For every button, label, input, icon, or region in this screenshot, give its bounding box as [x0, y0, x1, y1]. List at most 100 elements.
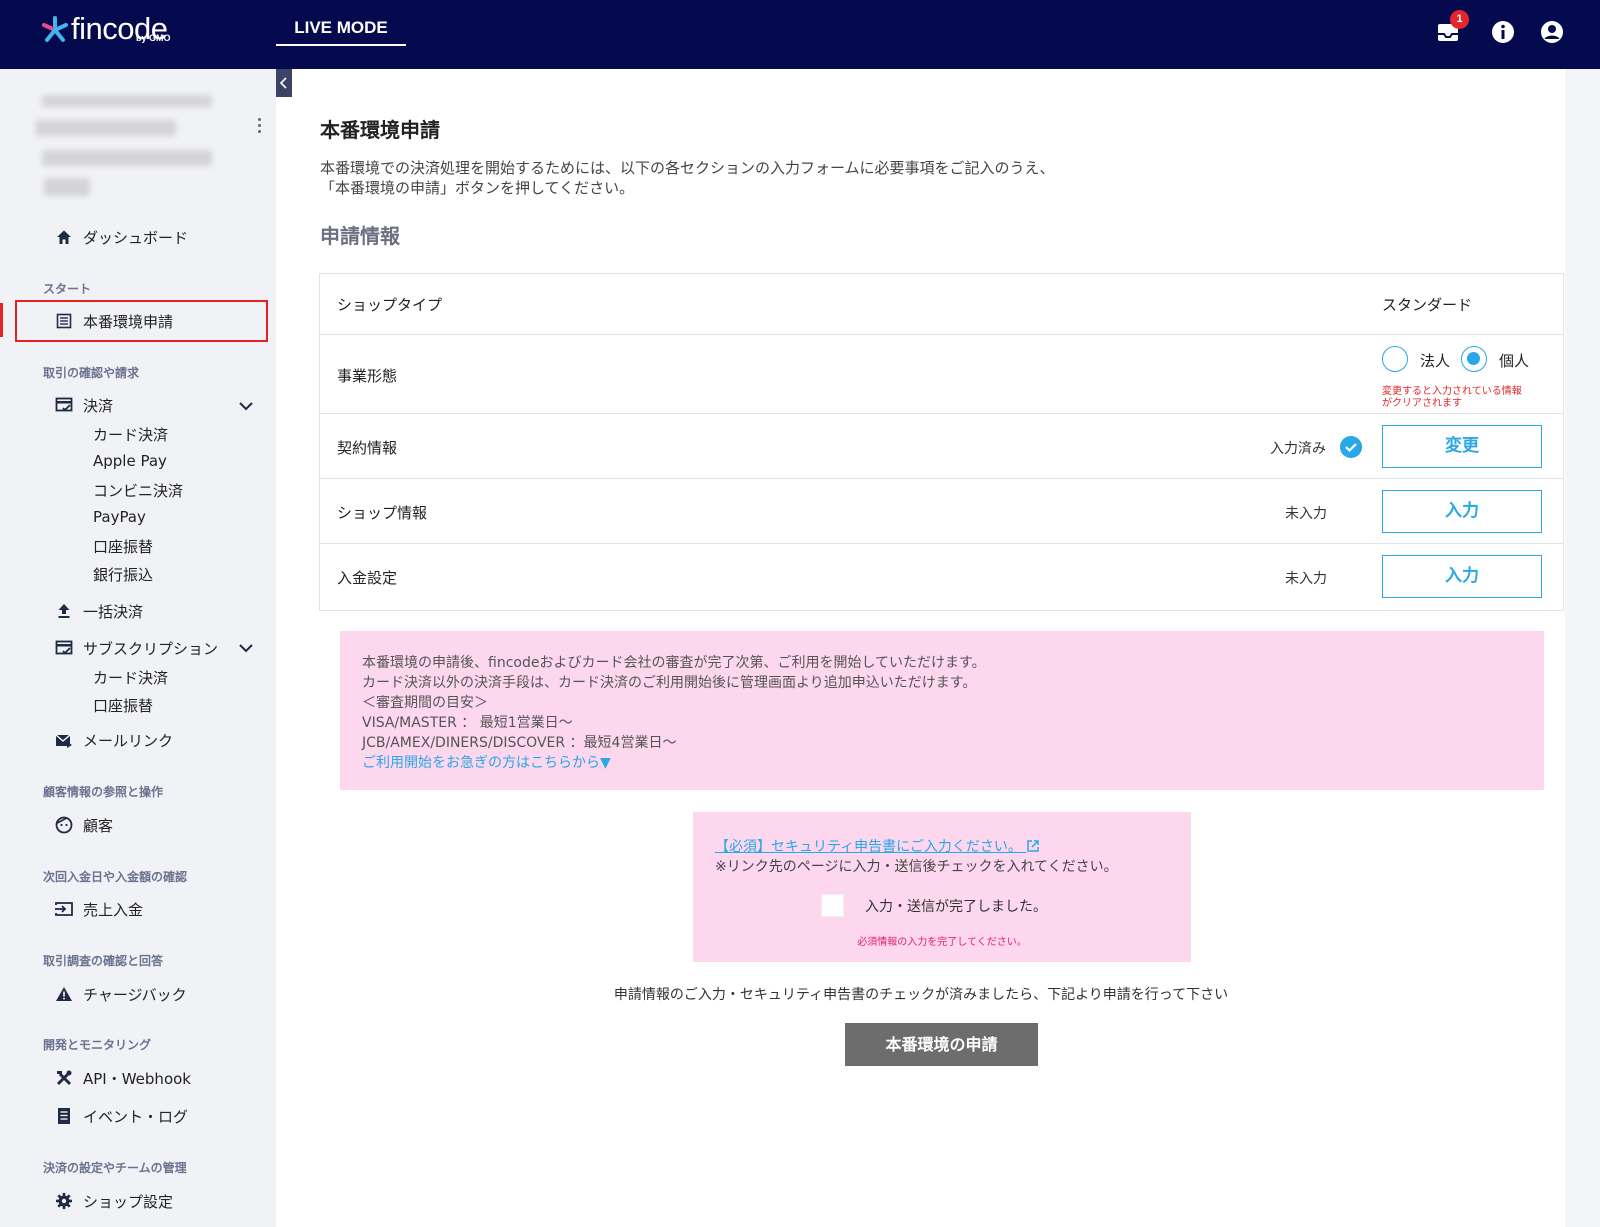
- sidebar-subitem-applepay[interactable]: Apple Pay: [93, 452, 167, 470]
- sidebar-subitem-card[interactable]: カード決済: [93, 424, 168, 445]
- fast-start-link[interactable]: ご利用開始をお急ぎの方はこちらから▼: [362, 753, 1522, 773]
- row-label: 契約情報: [337, 439, 398, 457]
- sidebar-item-event-log[interactable]: イベント・ログ: [54, 1104, 188, 1128]
- sidebar-item-live-application[interactable]: 本番環境申請: [54, 309, 173, 333]
- row-label: 入金設定: [337, 569, 398, 587]
- info-line: カード決済以外の決済手段は、カード決済のご利用開始後に管理画面より追加申込いただ…: [362, 675, 977, 691]
- sidebar-item-label: メールリンク: [83, 731, 174, 750]
- chevron-down-icon[interactable]: [238, 640, 254, 656]
- account-id-blurred: [42, 150, 212, 166]
- radio-label: 法人: [1420, 352, 1451, 370]
- warning-icon: [54, 984, 74, 1004]
- account-icon[interactable]: [1538, 18, 1566, 46]
- page-title: 本番環境申請: [320, 118, 440, 142]
- sidebar-item-label: チャージバック: [83, 985, 187, 1004]
- sidebar-subitem-direct-debit[interactable]: 口座振替: [93, 536, 153, 557]
- sidebar-item-bulk[interactable]: 一括決済: [54, 599, 143, 623]
- sidebar-item-label: 決済: [83, 396, 114, 415]
- external-link-icon: [1027, 840, 1040, 852]
- sidebar-item-shop-settings[interactable]: ショップ設定: [54, 1189, 173, 1213]
- sidebar-item-customer[interactable]: 顧客: [54, 813, 113, 837]
- document-icon: [54, 1106, 74, 1126]
- section-heading-start: スタート: [43, 282, 92, 296]
- face-icon: [54, 815, 74, 835]
- row-label: 事業形態: [337, 367, 398, 385]
- sidebar-subitem-sub-direct-debit[interactable]: 口座振替: [93, 695, 153, 716]
- active-indicator: [0, 303, 3, 337]
- sidebar-subitem-paypay[interactable]: PayPay: [93, 508, 146, 526]
- logo-star-icon: [42, 16, 68, 42]
- login-icon: [54, 899, 74, 919]
- section-heading-customers: 顧客情報の参照と操作: [43, 785, 164, 799]
- sidebar-subitem-bank-transfer[interactable]: 銀行振込: [93, 564, 153, 585]
- form-row-business-form: 事業形態 法人 個人 変更すると入力されている情報 がクリアされます: [320, 335, 1563, 414]
- upload-icon: [54, 601, 74, 621]
- security-note: ※リンク先のページに入力・送信後チェックを入れてください。: [715, 859, 1118, 875]
- edit-contract-button[interactable]: 変更: [1382, 425, 1542, 468]
- sidebar-item-label: 一括決済: [83, 602, 144, 621]
- submit-instruction: 申請情報のご入力・セキュリティ申告書のチェックが済みましたら、下記より申請を行っ…: [613, 987, 1229, 1003]
- change-warning: 変更すると入力されている情報 がクリアされます: [1382, 386, 1522, 410]
- list-icon: [54, 311, 74, 331]
- fincode-logo[interactable]: fincode: [40, 10, 168, 54]
- account-role-blurred: [44, 178, 90, 196]
- application-form-table: ショップタイプ スタンダード 事業形態 法人 個人 変更すると入力されている情報…: [319, 273, 1564, 611]
- subscription-icon: [54, 638, 74, 658]
- tools-icon: [54, 1068, 74, 1088]
- sidebar-item-label: ショップ設定: [83, 1192, 174, 1211]
- submit-application-button[interactable]: 本番環境の申請: [845, 1023, 1038, 1066]
- status-text: 入力済み: [1270, 441, 1326, 457]
- sidebar-item-maillink[interactable]: メールリンク: [54, 728, 173, 752]
- account-name-blurred: [36, 120, 176, 136]
- check-circle-icon: [1340, 436, 1362, 458]
- form-row-shop-type: ショップタイプ スタンダード: [320, 274, 1563, 335]
- status-text: 未入力: [1285, 506, 1327, 522]
- sidebar-collapse-button[interactable]: [276, 69, 292, 97]
- description-line: 本番環境での決済処理を開始するためには、以下の各セクションの入力フォームに必要事…: [320, 159, 1055, 177]
- sidebar-item-dashboard[interactable]: ダッシュボード: [54, 225, 188, 249]
- security-complete-checkbox[interactable]: [821, 894, 844, 917]
- sidebar-item-label: API・Webhook: [83, 1069, 191, 1088]
- sidebar-item-label: イベント・ログ: [83, 1107, 189, 1126]
- sidebar-item-api-webhook[interactable]: API・Webhook: [54, 1066, 191, 1090]
- account-menu-icon[interactable]: [258, 118, 262, 136]
- gear-icon: [54, 1191, 74, 1211]
- section-heading-disputes: 取引調査の確認と回答: [43, 954, 164, 968]
- section-heading-deposits: 次回入金日や入金額の確認: [43, 870, 188, 884]
- form-row-contract: 契約情報 入力済み 変更: [320, 414, 1563, 479]
- chevron-left-icon: [279, 77, 287, 89]
- sidebar-subitem-konbini[interactable]: コンビニ決済: [93, 480, 183, 501]
- info-icon[interactable]: [1489, 18, 1517, 46]
- mail-icon: [54, 730, 74, 750]
- review-info-box: 本番環境の申請後、fincodeおよびカード会社の審査が完了次第、ご利用を開始し…: [340, 631, 1544, 790]
- link-text: 【必須】セキュリティ申告書にご入力ください。: [715, 839, 1022, 855]
- info-line: ＜審査期間の目安＞: [362, 695, 488, 711]
- sidebar-item-sales-deposit[interactable]: 売上入金: [54, 897, 143, 921]
- info-line: JCB/AMEX/DINERS/DISCOVER ：最短4営業日〜: [362, 735, 677, 751]
- sidebar-item-chargeback[interactable]: チャージバック: [54, 982, 187, 1006]
- top-bar: fincode by GMO LIVE MODE 1: [0, 0, 1600, 69]
- home-icon: [54, 227, 74, 247]
- sidebar-item-label: 本番環境申請: [83, 312, 174, 331]
- sidebar-item-subscription[interactable]: サブスクリプション: [54, 636, 218, 660]
- chevron-down-icon[interactable]: [238, 398, 254, 414]
- warning-line: 変更すると入力されている情報: [1382, 386, 1522, 397]
- form-row-shop-info: ショップ情報 未入力 入力: [320, 479, 1563, 544]
- security-declaration-link[interactable]: 【必須】セキュリティ申告書にご入力ください。: [715, 836, 1040, 856]
- input-deposit-settings-button[interactable]: 入力: [1382, 555, 1542, 598]
- sidebar-subitem-sub-card[interactable]: カード決済: [93, 667, 168, 688]
- notification-badge: 1: [1450, 10, 1469, 29]
- radio-corporation[interactable]: [1382, 346, 1408, 372]
- input-shop-info-button[interactable]: 入力: [1382, 490, 1542, 533]
- scrollbar-track[interactable]: [1565, 69, 1600, 1227]
- info-line: VISA/MASTER ： 最短1営業日〜: [362, 715, 573, 731]
- status-text: 未入力: [1285, 571, 1327, 587]
- tab-live-mode[interactable]: LIVE MODE: [276, 14, 406, 46]
- section-title: 申請情報: [320, 224, 400, 248]
- radio-individual[interactable]: [1461, 346, 1487, 372]
- sidebar-item-payments[interactable]: 決済: [54, 393, 113, 417]
- warning-line: がクリアされます: [1382, 398, 1462, 409]
- sidebar-item-label: サブスクリプション: [83, 639, 219, 658]
- logo-sub: by GMO: [136, 33, 171, 43]
- info-line: 本番環境の申請後、fincodeおよびカード会社の審査が完了次第、ご利用を開始し…: [362, 655, 986, 671]
